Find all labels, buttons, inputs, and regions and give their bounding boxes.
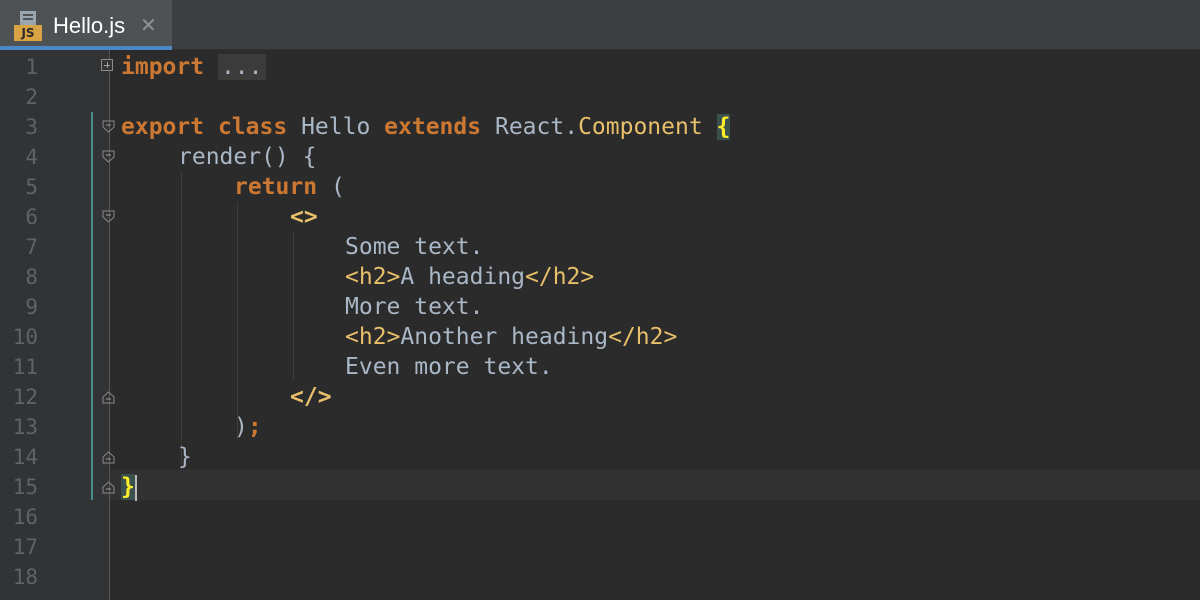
line-number: 4	[25, 145, 38, 169]
code-line-4[interactable]: export class Hello extends React.Compone…	[121, 112, 731, 142]
indent-guide	[181, 172, 182, 470]
line-number: 12	[12, 385, 38, 409]
render-close-brace: }	[178, 444, 192, 470]
code-line-14[interactable]: );	[234, 412, 262, 442]
keyword-return: return	[234, 174, 318, 200]
fragment-open-tag: <>	[290, 204, 318, 230]
fold-end-icon[interactable]	[101, 449, 117, 465]
line-number: 11	[12, 355, 38, 379]
line-number: 3	[25, 115, 38, 139]
line-number: 8	[25, 265, 38, 289]
keyword-export: export	[121, 114, 205, 140]
base-class-name: Component	[578, 114, 703, 140]
line-number: 14	[12, 445, 38, 469]
code-line-1[interactable]: import ...	[121, 52, 266, 82]
line-number-gutter: 1 2 3 4 5 6 7 8 9 10 11 12 13 14 15 16 1…	[0, 50, 110, 600]
h2-close-tag: </h2>	[525, 264, 595, 290]
jsx-text: Some text.	[345, 234, 484, 260]
line-number: 1	[25, 55, 38, 79]
scope-indicator	[91, 112, 93, 500]
fragment-close-tag: </>	[290, 384, 332, 410]
h2-open-tag: <h2>	[345, 324, 401, 350]
tab-title: Hello.js	[53, 13, 126, 38]
fold-collapse-icon[interactable]	[101, 209, 117, 225]
text-cursor	[134, 474, 137, 501]
indent-guide	[237, 202, 238, 440]
keyword-import: import	[121, 54, 205, 80]
code-line-13[interactable]: </>	[290, 382, 332, 412]
js-file-icon: JS	[14, 11, 42, 41]
close-icon[interactable]: ✕	[140, 12, 157, 38]
indent-guide	[293, 232, 294, 380]
tab-hello-js[interactable]: JS Hello.js ✕	[0, 0, 172, 50]
code-line-9[interactable]: <h2>A heading</h2>	[345, 262, 594, 292]
close-paren: )	[234, 414, 248, 440]
code-line-7[interactable]: <>	[290, 202, 318, 232]
line-number: 17	[12, 535, 38, 559]
line-number: 5	[25, 175, 38, 199]
line-number: 2	[25, 85, 38, 109]
current-line-highlight	[110, 470, 1200, 500]
jsx-text: Another heading	[400, 324, 609, 350]
matched-brace-open: {	[716, 114, 731, 140]
code-line-8[interactable]: Some text.	[345, 232, 483, 262]
line-number: 16	[12, 505, 38, 529]
code-line-16[interactable]: }	[121, 472, 137, 502]
js-badge: JS	[14, 25, 42, 41]
h2-close-tag: </h2>	[608, 324, 678, 350]
keyword-extends: extends	[384, 114, 482, 140]
line-number: 6	[25, 205, 38, 229]
semicolon: ;	[247, 414, 262, 440]
fold-collapse-icon[interactable]	[101, 149, 117, 165]
code-line-5[interactable]: render() {	[178, 142, 316, 172]
code-line-11[interactable]: <h2>Another heading</h2>	[345, 322, 677, 352]
fold-expand-icon[interactable]	[101, 59, 113, 71]
h2-open-tag: <h2>	[345, 264, 401, 290]
folded-imports-placeholder[interactable]: ...	[217, 54, 266, 80]
line-number: 18	[12, 565, 38, 589]
fold-end-icon[interactable]	[101, 479, 117, 495]
line-number: 10	[12, 325, 38, 349]
render-method: render() {	[178, 144, 317, 170]
class-name: Hello	[301, 114, 371, 140]
jsx-text: Even more text.	[345, 354, 553, 380]
code-line-10[interactable]: More text.	[345, 292, 483, 322]
line-number: 9	[25, 295, 38, 319]
open-paren: (	[317, 174, 345, 200]
editor-tab-bar: JS Hello.js ✕	[0, 0, 1200, 50]
jsx-text: A heading	[400, 264, 526, 290]
matched-brace-close: }	[121, 474, 135, 500]
line-number: 13	[12, 415, 38, 439]
code-line-15[interactable]: }	[178, 442, 192, 472]
jsx-text: More text.	[345, 294, 484, 320]
line-number: 15	[12, 475, 38, 499]
fold-end-icon[interactable]	[101, 389, 117, 405]
base-namespace: React.	[494, 114, 579, 140]
code-line-6[interactable]: return (	[234, 172, 345, 202]
code-line-12[interactable]: Even more text.	[345, 352, 553, 382]
fold-collapse-icon[interactable]	[101, 119, 117, 135]
keyword-class: class	[217, 114, 288, 140]
line-number: 7	[25, 235, 38, 259]
